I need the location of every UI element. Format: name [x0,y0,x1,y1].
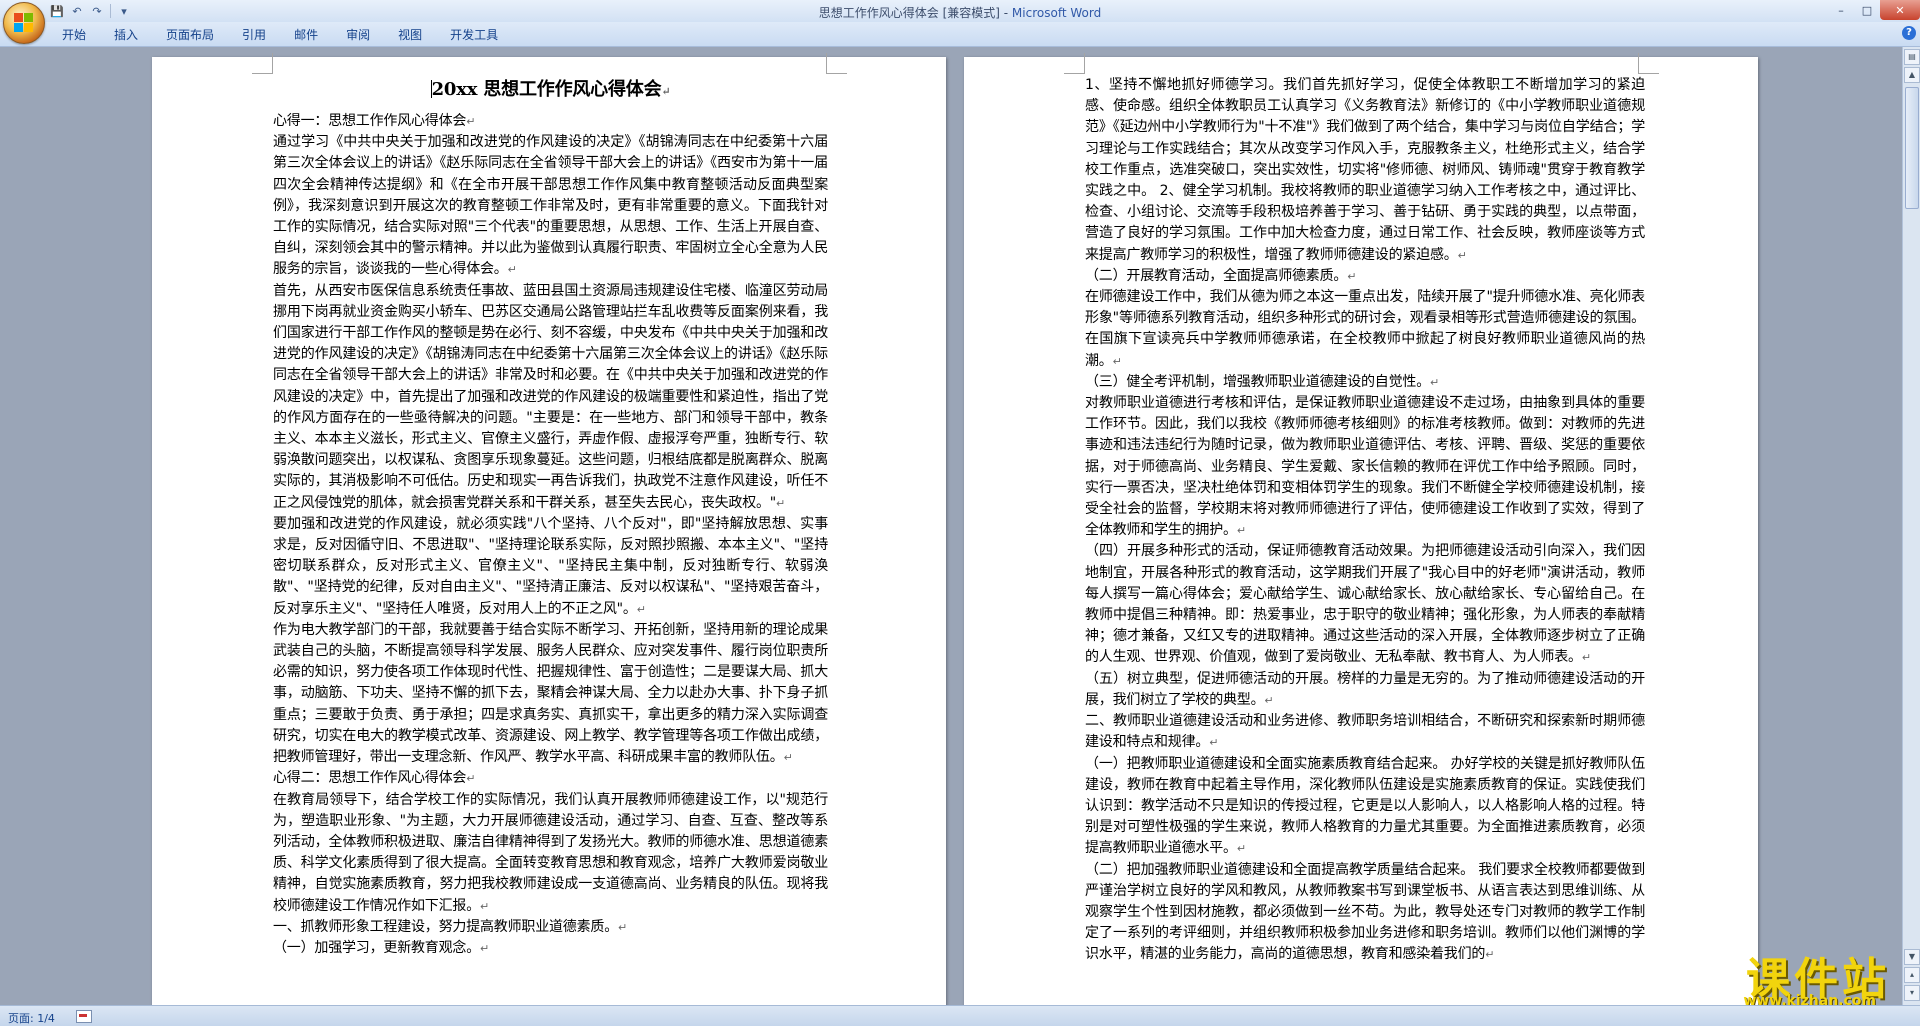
margin-corner-mark [252,53,273,74]
page-2[interactable]: 1、坚持不懈地抓好师德学习。我们首先抓好学习，促使全体教职工不断增加学习的紧迫感… [964,53,1758,1005]
ruler-toggle-icon[interactable]: ▤ [1904,49,1920,65]
document-title: 思想工作作风心得体会 [兼容模式] - [818,6,1012,20]
maximize-icon[interactable]: □ [1854,0,1880,20]
title-bar: 💾 ↶ ↷ ▾ 思想工作作风心得体会 [兼容模式] - Microsoft Wo… [0,0,1920,23]
window-controls: – □ ✕ [1828,0,1920,20]
tab-view[interactable]: 视图 [384,27,436,43]
paragraph: 二、教师职业道德建设活动和业务进修、教师职务培训相结合，不断研究和探索新时期师德… [1085,713,1645,751]
minimize-icon[interactable]: – [1828,0,1854,20]
margin-corner-mark [1638,53,1659,74]
tab-mailings[interactable]: 邮件 [280,27,332,43]
paragraph: 在师德建设工作中，我们从德为师之本这一重点出发，陆续开展了"提升师德水准、亮化师… [1085,289,1645,369]
tab-review[interactable]: 审阅 [332,27,384,43]
paragraph: 首先，从西安市医保信息系统责任事故、蓝田县国土资源局违规建设住宅楼、临潼区劳动局… [273,282,828,511]
page-count[interactable]: 页面: 1/4 [8,1010,55,1026]
paragraph: 心得二：思想工作作风心得体会↵ [273,770,476,787]
ribbon-tabs: 开始 插入 页面布局 引用 邮件 审阅 视图 开发工具 [48,27,512,43]
help-icon[interactable]: ? [1902,26,1916,40]
paragraph: （二）开展教育活动，全面提高师德素质。↵ [1085,267,1357,284]
paragraph: （五）树立典型，促进师德活动的开展。榜样的力量是无穷的。为了推动师德建设活动的开… [1085,670,1645,708]
tab-references[interactable]: 引用 [228,27,280,43]
vertical-scrollbar[interactable]: ▤ ▲ ▼ ▴ ▾ [1902,47,1920,1005]
paragraph: （一）加强学习，更新教育观念。↵ [273,939,490,956]
document-area[interactable]: 20xx 思想工作作风心得体会↵ 心得一：思想工作作风心得体会↵ 通过学习《中共… [0,47,1903,1005]
paragraph: 一、抓教师形象工程建设，努力提高教师职业道德素质。↵ [273,918,628,935]
proofing-icon[interactable] [76,1010,92,1023]
scrollbar-thumb[interactable] [1905,87,1919,209]
office-logo-icon [14,13,34,33]
document-heading: 20xx 思想工作作风心得体会↵ [430,79,671,100]
paragraph: 作为电大教学部门的干部，我就要善于结合实际不断学习、开拓创新，坚持用新的理论成果… [273,621,828,766]
tab-page-layout[interactable]: 页面布局 [152,27,228,43]
margin-corner-mark [1064,53,1085,74]
paragraph: 1、坚持不懈地抓好师德学习。我们首先抓好学习，促使全体教职工不断增加学习的紧迫感… [1085,77,1645,263]
scroll-down-icon[interactable]: ▼ [1904,949,1920,965]
tab-developer[interactable]: 开发工具 [436,27,512,43]
paragraph: （一）把教师职业道德建设和全面实施素质教育结合起来。 办好学校的关键是抓好教师队… [1085,755,1645,857]
window-title: 思想工作作风心得体会 [兼容模式] - Microsoft Word [0,4,1920,21]
status-bar: 页面: 1/4 [0,1005,1920,1026]
paragraph: 要加强和改进党的作风建设，就必须实践"八个坚持、八个反对"，即"坚持解放思想、实… [273,515,828,617]
paragraph: 通过学习《中共中央关于加强和改进党的作风建设的决定》《胡锦涛同志在中纪委第十六届… [273,134,828,278]
paragraph: 对教师职业道德进行考核和评估，是保证教师职业道德建设不走过场，由抽象到具体的重要… [1085,395,1645,539]
app-name: Microsoft Word [1011,6,1102,20]
watermark-logo: 课件站 www.kjzhan.com [1660,943,1890,1009]
next-page-icon[interactable]: ▾ [1904,985,1920,1001]
previous-page-icon[interactable]: ▴ [1904,967,1920,983]
paragraph: （四）开展多种形式的活动，保证师德教育活动效果。为把师德建设活动引向深入，我们因… [1085,543,1645,666]
page-1-content[interactable]: 20xx 思想工作作风心得体会↵ 心得一：思想工作作风心得体会↵ 通过学习《中共… [273,73,828,959]
paragraph: （二）把加强教师职业道德建设和全面提高教学质量结合起来。 我们要求全校教师都要做… [1085,861,1645,963]
scroll-up-icon[interactable]: ▲ [1904,67,1920,83]
paragraph: 心得一：思想工作作风心得体会↵ [273,113,476,129]
page-1[interactable]: 20xx 思想工作作风心得体会↵ 心得一：思想工作作风心得体会↵ 通过学习《中共… [152,53,946,1005]
tab-home[interactable]: 开始 [48,27,100,43]
page-2-content[interactable]: 1、坚持不懈地抓好师德学习。我们首先抓好学习，促使全体教职工不断增加学习的紧迫感… [1085,75,1645,966]
close-icon[interactable]: ✕ [1880,0,1920,20]
paragraph: （三）健全考评机制，增强教师职业道德建设的自觉性。↵ [1085,373,1440,390]
ribbon-tab-bar: 开始 插入 页面布局 引用 邮件 审阅 视图 开发工具 ? [0,22,1920,47]
tab-insert[interactable]: 插入 [100,27,152,43]
margin-corner-mark [826,53,847,74]
paragraph: 在教育局领导下，结合学校工作的实际情况，我们认真开展教师师德建设工作，以"规范行… [273,791,828,914]
office-button[interactable] [3,2,45,44]
